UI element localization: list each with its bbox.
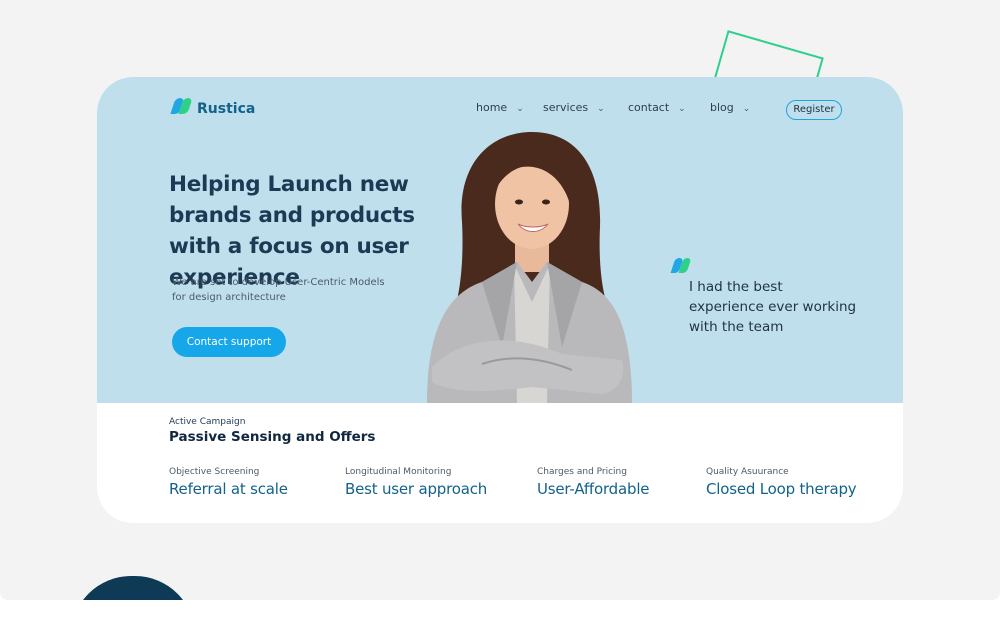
campaign-title: Passive Sensing and Offers xyxy=(169,429,376,445)
campaign-label: Active Campaign xyxy=(169,417,246,427)
hero-section: Rustica home ⌄ services ⌄ contact ⌄ blog… xyxy=(97,77,903,403)
feature-value: Referral at scale xyxy=(169,480,288,498)
hero-portrait-image xyxy=(427,132,632,403)
page-background: Rustica home ⌄ services ⌄ contact ⌄ blog… xyxy=(0,0,1000,600)
main-nav: home ⌄ services ⌄ contact ⌄ blog ⌄ xyxy=(97,101,903,121)
feature-label: Objective Screening xyxy=(169,467,260,477)
chevron-down-icon: ⌄ xyxy=(742,103,751,114)
nav-item-label: blog xyxy=(710,101,734,114)
feature-item: Objective Screening Referral at scale xyxy=(169,467,288,498)
nav-item-services[interactable]: services ⌄ xyxy=(543,101,605,114)
nav-item-contact[interactable]: contact ⌄ xyxy=(628,101,686,114)
nav-item-label: contact xyxy=(628,101,670,114)
nav-item-blog[interactable]: blog ⌄ xyxy=(710,101,750,114)
feature-label: Charges and Pricing xyxy=(537,467,627,477)
feature-label: Quality Asuurance xyxy=(706,467,789,477)
register-button[interactable]: Register xyxy=(786,100,842,120)
nav-item-home[interactable]: home ⌄ xyxy=(476,101,524,114)
feature-value: Best user approach xyxy=(345,480,488,498)
feature-item: Longitudinal Monitoring Best user approa… xyxy=(345,467,487,498)
chevron-down-icon: ⌄ xyxy=(597,103,605,114)
chevron-down-icon: ⌄ xyxy=(516,103,524,114)
feature-item: Quality Asuurance Closed Loop therapy xyxy=(706,467,857,498)
quote-mark-icon xyxy=(670,258,692,276)
nav-item-label: services xyxy=(543,101,589,114)
decorative-semicircle xyxy=(71,576,195,600)
feature-value: Closed Loop therapy xyxy=(706,480,857,498)
hero-subtext: We are set to develop User-Centric Model… xyxy=(172,277,385,303)
chevron-down-icon: ⌄ xyxy=(678,103,686,114)
feature-item: Charges and Pricing User-Affordable xyxy=(537,467,650,498)
feature-value: User-Affordable xyxy=(537,480,650,498)
landing-card: Rustica home ⌄ services ⌄ contact ⌄ blog… xyxy=(97,77,903,523)
contact-support-button[interactable]: Contact support xyxy=(172,327,286,357)
testimonial-quote: I had the best experience ever working w… xyxy=(689,279,857,335)
feature-label: Longitudinal Monitoring xyxy=(345,467,452,477)
nav-item-label: home xyxy=(476,101,508,114)
